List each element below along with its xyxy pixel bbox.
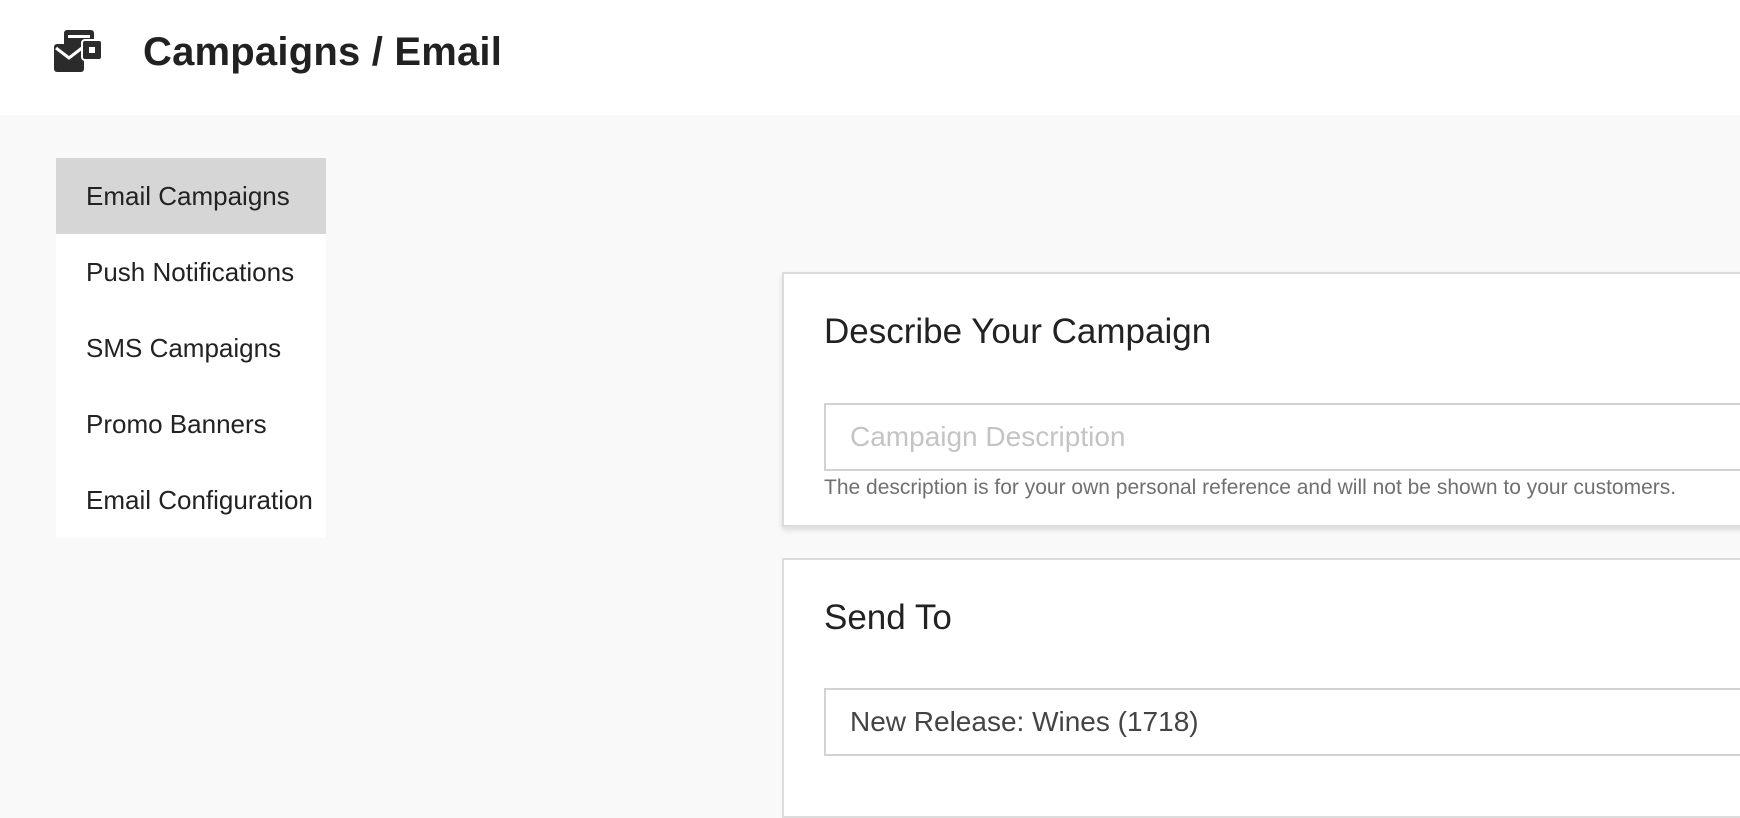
describe-campaign-card: Describe Your Campaign The description i… [782,272,1740,527]
sidebar-item-email-configuration[interactable]: Email Configuration [56,462,326,538]
send-to-select[interactable]: New Release: Wines (1718) [824,688,1740,756]
sidebar-item-email-campaigns[interactable]: Email Campaigns [56,158,326,234]
campaign-type-nav: Email Campaigns Push Notifications SMS C… [56,158,326,538]
campaign-description-input[interactable] [826,405,1740,469]
app-header: Campaigns / Email [0,0,1740,115]
campaign-description-field[interactable] [824,403,1740,471]
sidebar-item-sms-campaigns[interactable]: SMS Campaigns [56,310,326,386]
send-to-selected-value: New Release: Wines (1718) [850,706,1199,737]
campaign-envelopes-icon [54,30,102,72]
send-to-heading: Send To [824,598,952,637]
send-to-card: Send To New Release: Wines (1718) [782,558,1740,818]
sidebar-item-push-notifications[interactable]: Push Notifications [56,234,326,310]
describe-campaign-heading: Describe Your Campaign [824,312,1212,351]
sidebar-item-promo-banners[interactable]: Promo Banners [56,386,326,462]
description-help-text: The description is for your own personal… [824,476,1677,499]
page-title: Campaigns / Email [143,30,503,74]
